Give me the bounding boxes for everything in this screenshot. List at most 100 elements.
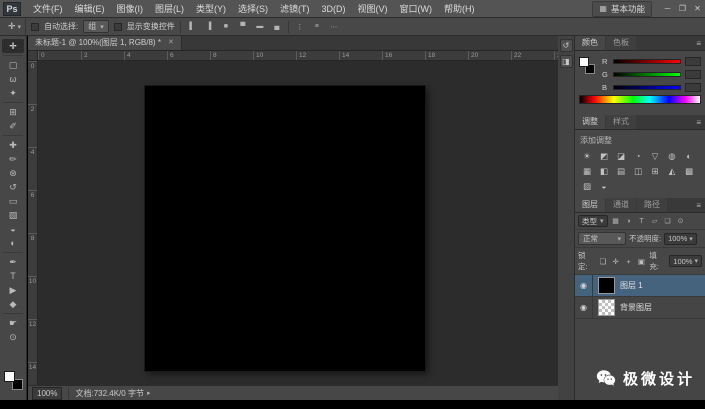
document-tab[interactable]: 未标题-1 @ 100%(图层 1, RGB/8) * ✕ bbox=[28, 36, 182, 50]
brightness-contrast-icon[interactable]: ☀ bbox=[579, 149, 595, 163]
layer-thumbnail[interactable] bbox=[598, 277, 615, 294]
menu-item-image[interactable]: 图像(I) bbox=[111, 0, 150, 18]
align-bottom-icon[interactable]: ▄ bbox=[271, 23, 283, 30]
filter-type-layers-icon[interactable]: T bbox=[637, 218, 647, 225]
pen-tool[interactable]: ✒ bbox=[2, 255, 24, 269]
align-top-icon[interactable]: ▀ bbox=[237, 23, 249, 30]
menu-item-view[interactable]: 视图(V) bbox=[352, 0, 394, 18]
horizontal-ruler[interactable]: 0 2 4 6 8 10 12 14 16 18 20 22 24 bbox=[38, 51, 558, 61]
align-middle-icon[interactable]: ▬ bbox=[254, 23, 266, 30]
tool-preset-picker[interactable]: ✛ ▾ bbox=[4, 18, 27, 35]
zoom-tool[interactable]: ⊙ bbox=[2, 330, 24, 344]
brush-tool[interactable]: ✏ bbox=[2, 152, 24, 166]
menu-item-help[interactable]: 帮助(H) bbox=[438, 0, 481, 18]
channel-mixer-icon[interactable]: ▤ bbox=[613, 164, 629, 178]
exposure-icon[interactable]: ◔ bbox=[630, 149, 646, 163]
curves-icon[interactable]: ◪ bbox=[613, 149, 629, 163]
properties-panel-icon[interactable]: ◨ bbox=[559, 55, 573, 68]
layer-name[interactable]: 图层 1 bbox=[620, 280, 643, 291]
vertical-ruler[interactable]: 0 2 4 6 8 10 12 14 16 bbox=[28, 61, 38, 385]
lock-all-icon[interactable]: ▣ bbox=[637, 257, 647, 266]
blend-mode-dropdown[interactable]: 正常 ▾ bbox=[578, 232, 626, 245]
color-lookup-icon[interactable]: ◫ bbox=[630, 164, 646, 178]
panel-menu-icon[interactable]: ≡ bbox=[696, 39, 701, 48]
distribute-vertical-icon[interactable]: ⋮ bbox=[294, 23, 306, 31]
color-swatches[interactable] bbox=[3, 371, 23, 390]
document-info[interactable]: 文档:732.4K/0 字节 ▸ bbox=[75, 388, 150, 399]
opacity-field[interactable]: 100% ▾ bbox=[664, 232, 697, 245]
foreground-color-swatch[interactable] bbox=[3, 371, 15, 382]
menu-item-edit[interactable]: 编辑(E) bbox=[69, 0, 111, 18]
crop-tool[interactable]: ⊞ bbox=[2, 105, 24, 119]
visibility-eye-icon[interactable]: ◉ bbox=[575, 275, 593, 296]
menu-item-window[interactable]: 窗口(W) bbox=[394, 0, 439, 18]
tab-adjustments[interactable]: 调整 bbox=[575, 115, 605, 129]
auto-select-checkbox[interactable] bbox=[31, 22, 40, 31]
window-close-button[interactable]: ✕ bbox=[690, 0, 705, 18]
workspace-switcher[interactable]: ▦ 基本功能 bbox=[592, 0, 652, 17]
lasso-tool[interactable]: ω bbox=[2, 72, 24, 86]
red-slider[interactable] bbox=[613, 59, 681, 64]
document-close-icon[interactable]: ✕ bbox=[168, 36, 174, 50]
layer-filter-dropdown[interactable]: 类型 ▾ bbox=[578, 215, 608, 227]
window-minimize-button[interactable]: ─ bbox=[660, 0, 675, 18]
tab-swatches[interactable]: 色板 bbox=[606, 36, 636, 50]
layer-row-layer-1[interactable]: ◉ 图层 1 bbox=[575, 275, 705, 297]
distribute-horizontal-icon[interactable]: ⋯ bbox=[328, 23, 340, 31]
filter-adjustment-layers-icon[interactable]: ◑ bbox=[624, 218, 634, 225]
fill-field[interactable]: 100% ▾ bbox=[669, 255, 702, 267]
red-value-field[interactable] bbox=[685, 57, 701, 66]
photo-filter-icon[interactable]: ◧ bbox=[596, 164, 612, 178]
black-white-icon[interactable]: ▦ bbox=[579, 164, 595, 178]
distribute-middle-icon[interactable]: ≡ bbox=[311, 23, 323, 30]
menu-item-layer[interactable]: 图层(L) bbox=[149, 0, 190, 18]
align-center-h-icon[interactable]: ▐ bbox=[203, 23, 215, 30]
menu-item-filter[interactable]: 滤镜(T) bbox=[274, 0, 316, 18]
green-value-field[interactable] bbox=[685, 70, 701, 79]
hue-saturation-icon[interactable]: ◍ bbox=[664, 149, 680, 163]
layer-name[interactable]: 背景图层 bbox=[620, 302, 652, 313]
selective-color-icon[interactable]: ◒ bbox=[596, 179, 612, 193]
clone-stamp-tool[interactable]: ⊛ bbox=[2, 166, 24, 180]
filter-smart-object-icon[interactable]: ❏ bbox=[663, 217, 673, 225]
lock-transparent-icon[interactable]: ❏ bbox=[598, 257, 608, 266]
healing-brush-tool[interactable]: ✚ bbox=[2, 138, 24, 152]
lock-position-icon[interactable]: + bbox=[624, 257, 634, 266]
blue-slider[interactable] bbox=[613, 85, 681, 90]
filter-pixel-layers-icon[interactable]: ▦ bbox=[611, 217, 621, 225]
panel-menu-icon[interactable]: ≡ bbox=[696, 201, 701, 210]
invert-icon[interactable]: ⊞ bbox=[647, 164, 663, 178]
eraser-tool[interactable]: ▭ bbox=[2, 194, 24, 208]
dodge-tool[interactable]: ◐ bbox=[2, 236, 24, 250]
menu-item-3d[interactable]: 3D(D) bbox=[316, 0, 352, 18]
canvas-document[interactable] bbox=[145, 86, 425, 371]
rectangular-marquee-tool[interactable]: ▢ bbox=[2, 58, 24, 72]
foreground-color-swatch[interactable] bbox=[579, 57, 589, 67]
type-tool[interactable]: T bbox=[2, 269, 24, 283]
lock-pixels-icon[interactable]: ✛ bbox=[611, 257, 621, 266]
auto-select-dropdown[interactable]: 组 ▾ bbox=[83, 20, 109, 33]
align-left-icon[interactable]: ▌ bbox=[186, 23, 198, 30]
menu-item-type[interactable]: 类型(Y) bbox=[190, 0, 232, 18]
move-tool[interactable]: ✛ bbox=[2, 39, 24, 53]
panel-color-swatches[interactable] bbox=[579, 55, 597, 81]
levels-icon[interactable]: ◩ bbox=[596, 149, 612, 163]
show-transform-checkbox[interactable] bbox=[113, 22, 122, 31]
canvas-viewport[interactable] bbox=[38, 61, 558, 385]
tab-color[interactable]: 颜色 bbox=[575, 36, 605, 50]
path-selection-tool[interactable]: ▶ bbox=[2, 283, 24, 297]
menu-item-select[interactable]: 选择(S) bbox=[232, 0, 274, 18]
panel-menu-icon[interactable]: ≡ bbox=[696, 118, 701, 127]
magic-wand-tool[interactable]: ✦ bbox=[2, 86, 24, 100]
hand-tool[interactable]: ☛ bbox=[2, 316, 24, 330]
menu-item-file[interactable]: 文件(F) bbox=[27, 0, 69, 18]
tab-layers[interactable]: 图层 bbox=[575, 198, 605, 212]
posterize-icon[interactable]: ◭ bbox=[664, 164, 680, 178]
color-spectrum-ramp[interactable] bbox=[579, 95, 701, 104]
history-brush-tool[interactable]: ↺ bbox=[2, 180, 24, 194]
blue-value-field[interactable] bbox=[685, 83, 701, 92]
shape-tool[interactable]: ◆ bbox=[2, 297, 24, 311]
align-right-icon[interactable]: ■ bbox=[220, 23, 232, 30]
threshold-icon[interactable]: ▩ bbox=[681, 164, 697, 178]
layer-row-background[interactable]: ◉ 背景图层 bbox=[575, 297, 705, 319]
